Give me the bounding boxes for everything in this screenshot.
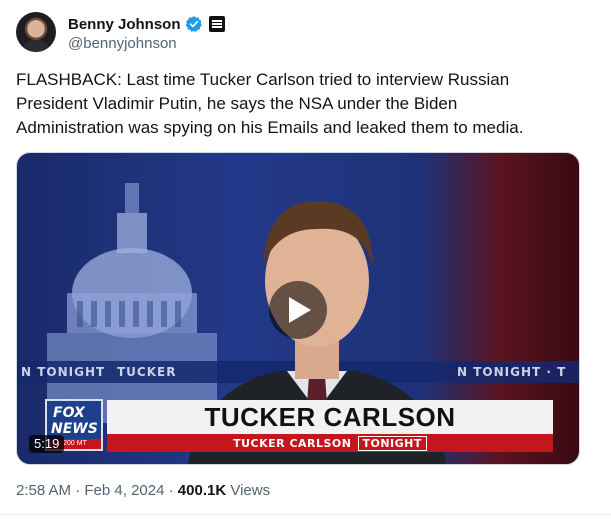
author-name[interactable]: Benny Johnson: [68, 16, 181, 33]
tweet-time[interactable]: 2:58 AM: [16, 482, 71, 499]
views-count[interactable]: 400.1K: [178, 482, 226, 499]
play-button[interactable]: [269, 281, 327, 339]
author-avatar[interactable]: [16, 12, 56, 52]
play-icon: [289, 297, 311, 323]
show-tag: TONIGHT: [357, 435, 427, 451]
author-handle[interactable]: @bennyjohnson: [68, 35, 177, 52]
ticker-left: N TONIGHT: [21, 365, 106, 379]
show-name: TUCKER CARLSON: [233, 436, 352, 450]
verified-badge-icon[interactable]: [185, 15, 203, 33]
meta-separator: ·: [164, 482, 178, 499]
affiliate-badge-icon[interactable]: [208, 16, 225, 32]
tweet-header: Benny Johnson @bennyjohnson: [16, 12, 596, 60]
video-duration: 5:19: [29, 435, 65, 453]
author-name-row: Benny Johnson: [68, 14, 225, 34]
tweet-text: FLASHBACK: Last time Tucker Carlson trie…: [16, 70, 524, 137]
meta-separator: ·: [71, 482, 85, 499]
divider: [0, 514, 611, 515]
lower-third-title: TUCKER CARLSON: [107, 400, 553, 434]
tweet-date[interactable]: Feb 4, 2024: [84, 482, 164, 499]
lower-third-showbar: TUCKER CARLSON TONIGHT: [107, 434, 553, 452]
video-player[interactable]: N TONIGHT TUCKER N TONIGHT · T FOX NEWS …: [16, 152, 580, 465]
tweet-meta: 2:58 AM · Feb 4, 2024 · 400.1K Views: [16, 482, 270, 499]
ticker-right: N TONIGHT · T: [457, 365, 567, 379]
views-label: Views: [226, 482, 271, 499]
